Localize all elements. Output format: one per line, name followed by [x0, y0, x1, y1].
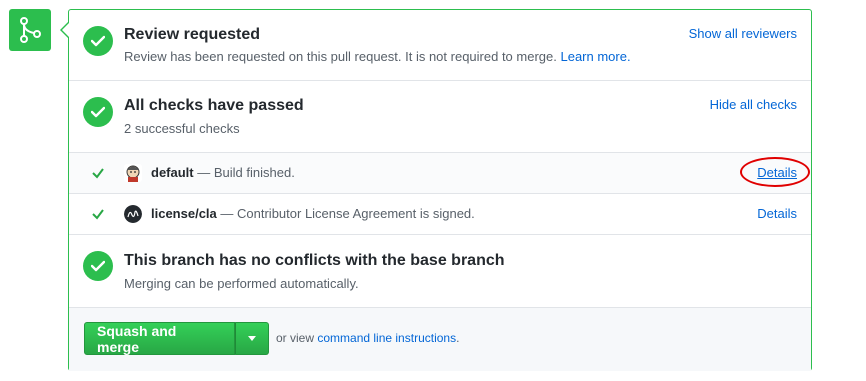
- or-view-period: .: [456, 331, 460, 345]
- check-icon: [92, 209, 104, 220]
- merge-options-dropdown[interactable]: [235, 322, 269, 355]
- check-name: license/cla: [151, 206, 217, 221]
- check-icon: [92, 168, 104, 179]
- panel-pointer-inner: [62, 23, 69, 37]
- cla-avatar-icon: [124, 205, 142, 223]
- merge-area: Squash and merge or view command line in…: [69, 308, 811, 371]
- show-all-reviewers-link[interactable]: Show all reviewers: [689, 26, 797, 41]
- review-section: Review requested Review has been request…: [69, 10, 811, 81]
- checks-title: All checks have passed: [124, 97, 304, 114]
- check-name: default: [151, 165, 194, 180]
- or-view-text: or view command line instructions.: [276, 331, 459, 345]
- jenkins-avatar-icon: [124, 164, 142, 182]
- conflicts-title: This branch has no conflicts with the ba…: [124, 252, 505, 269]
- hide-all-checks-link[interactable]: Hide all checks: [710, 97, 797, 112]
- learn-more-link[interactable]: Learn more.: [560, 49, 630, 64]
- review-description: Review has been requested on this pull r…: [124, 49, 631, 64]
- check-text-license-cla: license/cla — Contributor License Agreem…: [151, 206, 475, 221]
- review-description-text: Review has been requested on this pull r…: [124, 49, 557, 64]
- review-title: Review requested: [124, 26, 261, 43]
- merge-button-group: Squash and merge: [84, 322, 269, 355]
- check-description: — Contributor License Agreement is signe…: [220, 206, 475, 221]
- check-row-license-cla: license/cla — Contributor License Agreem…: [69, 194, 811, 235]
- or-view-label: or view: [276, 331, 315, 345]
- details-link-license-cla[interactable]: Details: [757, 206, 797, 221]
- caret-down-icon: [248, 336, 256, 341]
- conflicts-description: Merging can be performed automatically.: [124, 276, 359, 291]
- check-text-default: default — Build finished.: [151, 165, 295, 180]
- merge-status-panel: Review requested Review has been request…: [68, 9, 812, 371]
- checks-subtitle: 2 successful checks: [124, 121, 240, 136]
- check-row-default: default — Build finished. Details: [69, 153, 811, 194]
- highlight-annotation: [740, 157, 810, 187]
- command-line-instructions-link[interactable]: command line instructions: [317, 331, 456, 345]
- check-circle-icon: [83, 26, 113, 56]
- check-circle-icon: [83, 97, 113, 127]
- squash-and-merge-button[interactable]: Squash and merge: [84, 322, 235, 355]
- check-description: — Build finished.: [197, 165, 295, 180]
- conflicts-section: This branch has no conflicts with the ba…: [69, 235, 811, 308]
- check-circle-icon: [83, 251, 113, 281]
- checks-section: All checks have passed 2 successful chec…: [69, 81, 811, 153]
- git-merge-icon: [9, 9, 51, 51]
